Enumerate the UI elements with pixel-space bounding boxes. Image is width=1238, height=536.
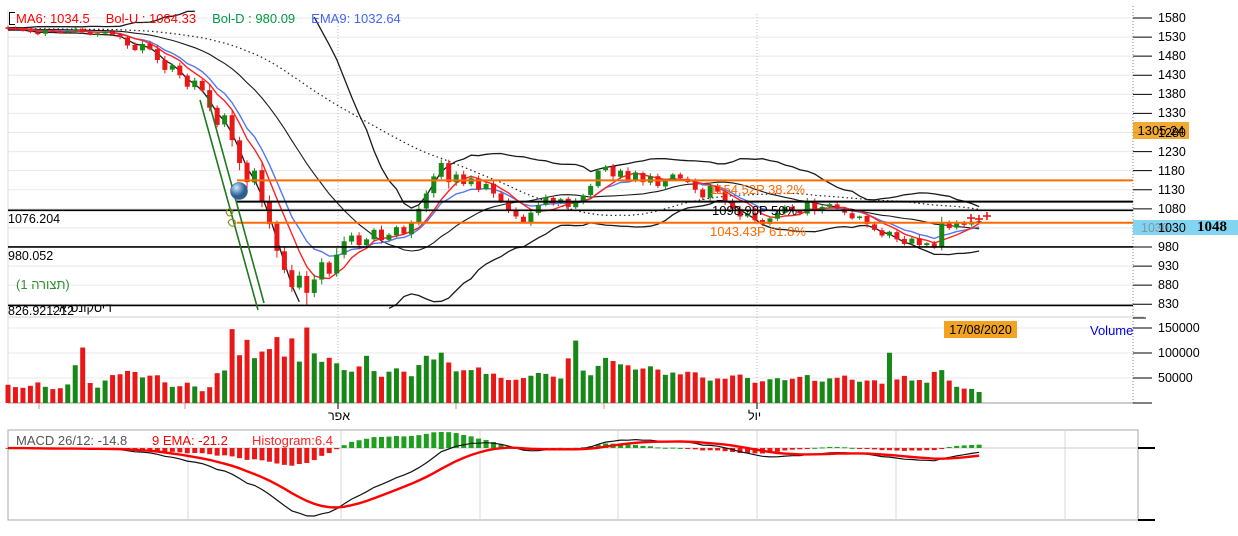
price-tick-label: 1330 [1158, 106, 1186, 120]
price-tick-label: 1230 [1158, 145, 1186, 159]
instrument-name-label: דיסקונט א : [52, 301, 112, 315]
candles-layer [6, 26, 982, 306]
price-tick-label: 1180 [1158, 164, 1185, 178]
macd-label: MACD 26/12: -14.8 [16, 433, 127, 448]
volume-title: Volume [1090, 324, 1133, 339]
level-1076-label: 1076.204 [8, 212, 60, 226]
indicator-legend: MA6: 1034.5 Bol-U : 1084.33 Bol-D : 980.… [16, 11, 401, 26]
macd-hist-label: Histogram:6.4 [252, 433, 333, 448]
price-tick-label: 830 [1158, 297, 1179, 311]
level-980-label: 980.052 [8, 249, 53, 263]
fib-50-label: 1098.98P 50% [712, 203, 797, 218]
legend-bol-u: Bol-U : 1084.33 [106, 11, 196, 26]
price-tick-label: 1130 [1158, 183, 1185, 197]
axis-ticks-layer [39, 18, 1152, 409]
volume-bars-layer [6, 328, 982, 403]
config-annotation: (תצורה 1) [16, 278, 70, 293]
price-tick-label: 1530 [1158, 30, 1186, 44]
ball-marker [231, 183, 248, 200]
price-tick-label: 1280 [1158, 126, 1186, 140]
price-tick-label: 1080 [1158, 202, 1186, 216]
price-tick-label: 1430 [1158, 68, 1186, 82]
price-tick-label: 1380 [1158, 87, 1186, 101]
price-tick-label: 880 [1158, 278, 1179, 292]
volume-tick-label: 150000 [1158, 321, 1200, 335]
volume-tick-label: 100000 [1158, 346, 1200, 360]
trading-chart-window: MA6: 1034.5 Bol-U : 1084.33 Bol-D : 980.… [0, 0, 1238, 536]
price-tick-label: 980 [1158, 240, 1179, 254]
volume-tick-label: 50000 [1158, 371, 1193, 385]
fib-618-label: 1043.43P 61.8% [710, 224, 806, 239]
date-badge: 17/08/2020 [944, 321, 1017, 338]
price-tick-label: 1030 [1158, 221, 1186, 235]
price-tick-label: 930 [1158, 259, 1179, 273]
legend-bol-d: Bol-D : 980.09 [212, 11, 295, 26]
legend-bracket-mark [9, 12, 15, 25]
month-label-jul: יול [748, 409, 761, 423]
month-label-apr: אפר [328, 409, 350, 423]
fib-382-label: 1154.52P 38.2% [710, 182, 805, 197]
macd-signal-label: 9 EMA: -21.2 [152, 433, 228, 448]
price-tick-label: 1480 [1158, 49, 1186, 63]
price-tick-label: 1580 [1158, 11, 1186, 25]
legend-ma6: MA6: 1034.5 [16, 11, 90, 26]
last-price-value: 1048 [1197, 219, 1227, 236]
legend-ema9: EMA9: 1032.64 [311, 11, 401, 26]
chart-canvas[interactable] [0, 0, 1238, 536]
